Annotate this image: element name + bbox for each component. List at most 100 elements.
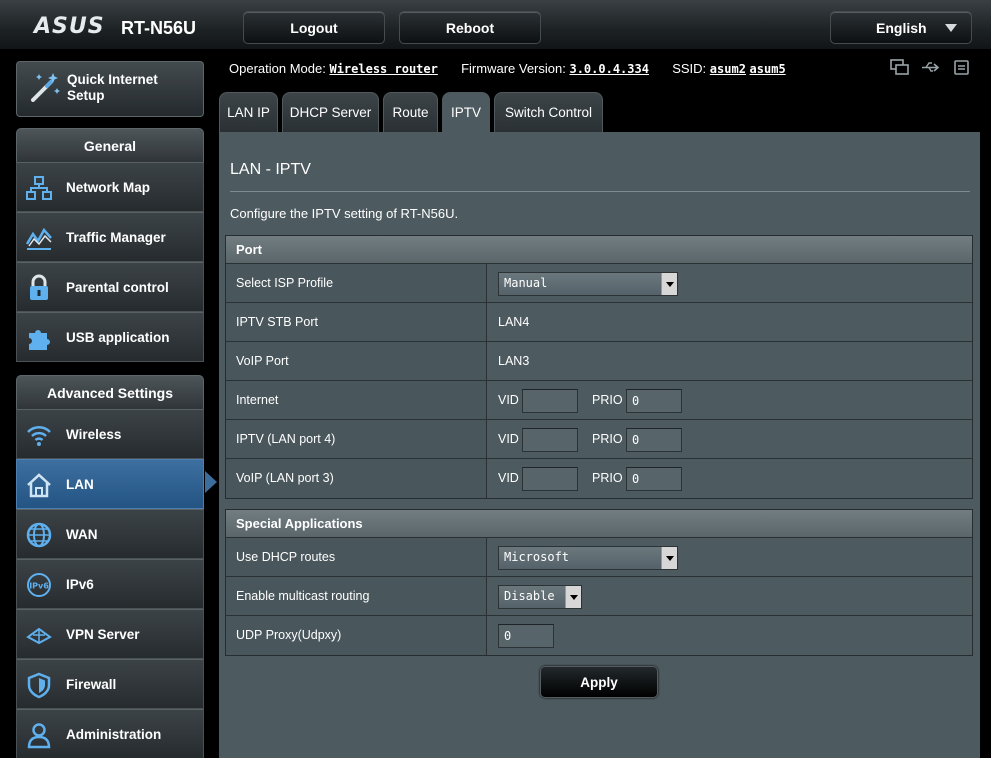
sidebar-item-usb-application[interactable]: USB application (16, 312, 204, 362)
sidebar-item-label: Firewall (66, 677, 117, 692)
table-row: Select ISP Profile Manual (226, 264, 972, 303)
table-row: VoIP (LAN port 3) VID PRIO 0 (226, 459, 972, 498)
tab-switch-control[interactable]: Switch Control (494, 92, 603, 132)
special-section-heading: Special Applications (226, 510, 972, 538)
firmware-version-link[interactable]: 3.0.0.4.334 (569, 62, 648, 76)
traffic-manager-icon (25, 227, 52, 250)
ipv6-icon: IPv6 (27, 573, 51, 597)
sidebar-item-lan[interactable]: LAN (16, 459, 204, 509)
isp-profile-label: Select ISP Profile (226, 264, 487, 302)
vid-label: VID (498, 471, 519, 485)
reboot-button[interactable]: Reboot (399, 11, 541, 44)
status-icons (890, 58, 971, 77)
printer-icon[interactable] (952, 58, 971, 77)
dhcp-routes-select[interactable]: Microsoft (498, 546, 678, 570)
vid-label: VID (498, 432, 519, 446)
sidebar-item-label: VPN Server (66, 627, 140, 642)
multicast-routing-value: Disable (504, 589, 555, 603)
tab-route[interactable]: Route (383, 92, 438, 132)
sidebar-item-label: Wireless (66, 427, 122, 442)
usb-icon[interactable] (921, 58, 940, 77)
sidebar-item-wireless[interactable]: Wireless (16, 409, 204, 459)
chevron-down-icon (661, 547, 677, 569)
sidebar-item-traffic-manager[interactable]: Traffic Manager (16, 212, 204, 262)
voip-vid-input[interactable] (522, 467, 578, 491)
logout-button[interactable]: Logout (243, 11, 385, 44)
internet-prio-input[interactable]: 0 (626, 389, 682, 413)
sidebar-item-label: LAN (66, 477, 94, 492)
sidebar-item-vpn-server[interactable]: VPN Server (16, 609, 204, 659)
port-table: Port Select ISP Profile Manual IPTV STB … (225, 235, 973, 499)
internet-label: Internet (226, 381, 487, 419)
operation-mode-label: Operation Mode: (229, 61, 326, 76)
brand-logo: ASUS (34, 14, 105, 39)
sidebar-item-wan[interactable]: WAN (16, 509, 204, 559)
udpxy-input[interactable]: 0 (498, 624, 554, 648)
iptv-stb-port-value: LAN4 (488, 303, 972, 341)
dhcp-routes-label: Use DHCP routes (226, 538, 487, 576)
wifi-icon (27, 425, 51, 446)
operation-mode-link[interactable]: Wireless router (329, 62, 437, 76)
iptv-stb-port-label: IPTV STB Port (226, 303, 487, 341)
advanced-settings-heading: Advanced Settings (16, 375, 204, 409)
sidebar-item-firewall[interactable]: Firewall (16, 659, 204, 709)
table-row: UDP Proxy(Udpxy) 0 (226, 616, 972, 655)
monitor-icon[interactable] (890, 58, 909, 77)
sidebar-item-network-map[interactable]: Network Map (16, 162, 204, 212)
sidebar-item-label: Administration (66, 727, 162, 742)
vid-label: VID (498, 393, 519, 407)
vpn-icon (26, 627, 52, 645)
isp-profile-select[interactable]: Manual (498, 272, 678, 296)
status-bar: Operation Mode: Wireless router Firmware… (229, 61, 786, 76)
sidebar-item-parental-control[interactable]: Parental control (16, 262, 204, 312)
apply-button[interactable]: Apply (540, 666, 658, 698)
iptv-vid-input[interactable] (522, 428, 578, 452)
tab-dhcp-server[interactable]: DHCP Server (282, 92, 379, 132)
voip-prio-input[interactable]: 0 (626, 467, 682, 491)
network-map-icon (26, 176, 52, 200)
chevron-down-icon (945, 24, 957, 32)
ssid-label: SSID: (672, 61, 707, 76)
svg-text:IPv6: IPv6 (29, 582, 49, 591)
tab-iptv[interactable]: IPTV (442, 92, 490, 132)
language-label: English (876, 19, 927, 36)
sidebar-item-ipv6[interactable]: IPv6 IPv6 (16, 559, 204, 609)
table-row: VoIP Port LAN3 (226, 342, 972, 381)
table-row: Use DHCP routes Microsoft (226, 538, 972, 577)
table-row: IPTV (LAN port 4) VID PRIO 0 (226, 420, 972, 459)
dhcp-routes-value: Microsoft (504, 550, 570, 564)
internet-vid-input[interactable] (522, 389, 578, 413)
top-banner: ASUS RT-N56U Logout Reboot English (0, 0, 991, 50)
table-row: Enable multicast routing Disable (226, 577, 972, 616)
magic-wand-icon (31, 73, 60, 102)
chevron-down-icon (661, 273, 677, 295)
model-name: RT-N56U (121, 18, 197, 38)
active-item-arrow (205, 471, 217, 493)
iptv-lan4-label: IPTV (LAN port 4) (226, 420, 487, 458)
sidebar-item-label: WAN (66, 527, 98, 542)
udpxy-label: UDP Proxy(Udpxy) (226, 616, 487, 655)
table-row: Internet VID PRIO 0 (226, 381, 972, 420)
language-select[interactable]: English (830, 11, 972, 44)
iptv-prio-input[interactable]: 0 (626, 428, 682, 452)
sidebar-item-administration[interactable]: Administration (16, 709, 204, 758)
sidebar-item-label: USB application (66, 330, 170, 345)
page-title: LAN - IPTV (230, 161, 311, 178)
sidebar-item-label: Traffic Manager (66, 230, 166, 245)
lock-icon (30, 274, 48, 300)
sidebar-item-label: Network Map (66, 180, 151, 195)
multicast-routing-label: Enable multicast routing (226, 577, 487, 615)
quick-internet-setup-button[interactable]: Quick Internet Setup (16, 61, 204, 117)
voip-port-value: LAN3 (488, 342, 972, 380)
port-section-heading: Port (226, 236, 972, 264)
isp-profile-value: Manual (504, 276, 548, 290)
firmware-version-label: Firmware Version: (461, 61, 566, 76)
page-description: Configure the IPTV setting of RT-N56U. (230, 206, 459, 221)
sidebar-item-label: IPv6 (66, 577, 94, 592)
ssid-link-1[interactable]: asum2 (710, 62, 746, 76)
multicast-routing-select[interactable]: Disable (498, 585, 582, 609)
tab-lan-ip[interactable]: LAN IP (219, 92, 278, 132)
title-divider (230, 191, 970, 192)
voip-lan3-label: VoIP (LAN port 3) (226, 459, 487, 498)
ssid-link-2[interactable]: asum5 (750, 62, 786, 76)
